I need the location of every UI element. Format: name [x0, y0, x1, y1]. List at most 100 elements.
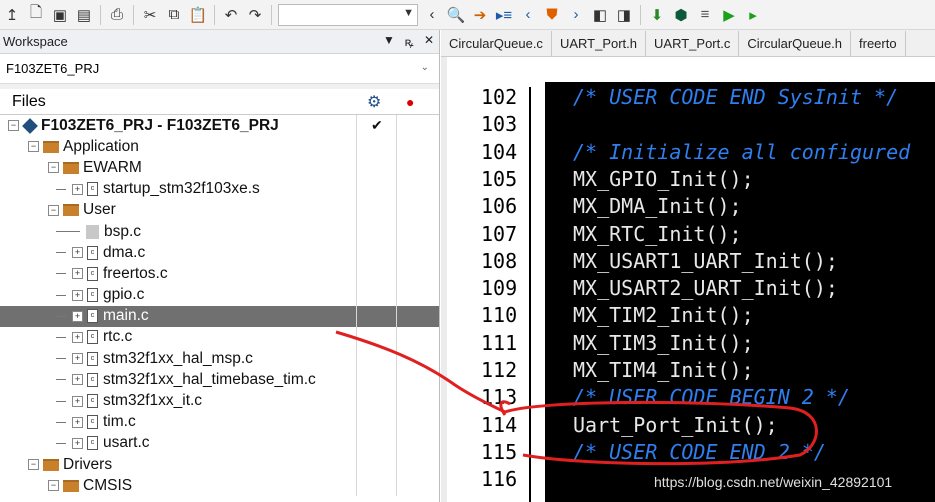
search-combo[interactable]: ▼: [278, 3, 418, 26]
tree-row-file[interactable]: + c usart.c: [0, 432, 439, 454]
insert-icon[interactable]: ↥: [1, 4, 23, 26]
tree-row-file[interactable]: + c stm32f1xx_hal_msp.c: [0, 348, 439, 370]
tree-row-file[interactable]: + c gpio.c: [0, 284, 439, 306]
redo-icon[interactable]: ↷: [244, 4, 266, 26]
tree-row-folder[interactable]: − Application: [0, 136, 439, 158]
tree-row-file[interactable]: + c rtc.c: [0, 326, 439, 349]
list-icon[interactable]: ≡: [694, 4, 716, 26]
code-line[interactable]: /* USER CODE END SysInit */: [573, 85, 898, 109]
debug-icon[interactable]: ▸: [742, 4, 764, 26]
back-icon[interactable]: ‹: [421, 4, 443, 26]
save-icon[interactable]: ▣: [49, 4, 71, 26]
editor-tab[interactable]: UART_Port.h: [552, 31, 647, 56]
chip-icon[interactable]: ⬢: [670, 4, 692, 26]
goto-icon[interactable]: ➔: [469, 4, 491, 26]
tree-row-file[interactable]: + c stm32f1xx_hal_timebase_tim.c: [0, 369, 439, 391]
code-line[interactable]: MX_GPIO_Init();: [573, 167, 754, 191]
expand-icon[interactable]: +: [72, 437, 83, 449]
expand-icon[interactable]: +: [72, 416, 83, 428]
code-line[interactable]: /* USER CODE BEGIN 2 */: [573, 385, 850, 409]
expand-icon[interactable]: +: [72, 395, 83, 407]
code-line[interactable]: MX_TIM2_Init();: [573, 303, 754, 327]
go-icon[interactable]: ▶: [718, 4, 740, 26]
tree-row-project[interactable]: − F103ZET6_PRJ - F103ZET6_PRJ ✔: [0, 115, 439, 137]
editor-tab[interactable]: UART_Port.c: [646, 31, 740, 56]
tree-label: User: [83, 201, 116, 219]
code-editor[interactable]: 102 /* USER CODE END SysInit */ 103 104 /* I…: [441, 57, 935, 502]
project-select[interactable]: F103ZET6_PRJ ⌄: [0, 54, 439, 84]
code-line[interactable]: Uart_Port_Init();: [573, 413, 778, 437]
tree-row-file[interactable]: + c stm32f1xx_it.c: [0, 390, 439, 412]
cut-icon[interactable]: ✂: [139, 4, 161, 26]
tree-cell-divider: [356, 263, 357, 285]
collapse-icon[interactable]: −: [28, 141, 39, 153]
expand-icon[interactable]: +: [72, 353, 83, 365]
folder-icon: [63, 479, 79, 492]
tree-row-file[interactable]: + c startup_stm32f103xe.s: [0, 178, 439, 200]
expand-icon[interactable]: +: [72, 289, 83, 301]
shield-icon[interactable]: ⛊: [541, 4, 563, 26]
expand-icon[interactable]: +: [72, 268, 83, 280]
code-line[interactable]: MX_TIM3_Init();: [573, 331, 754, 355]
prev-icon[interactable]: ‹: [517, 4, 539, 26]
dropdown-icon[interactable]: ▼: [379, 33, 399, 50]
collapse-icon[interactable]: −: [48, 162, 59, 174]
tree-cell-divider: [356, 178, 357, 200]
paste-icon[interactable]: 📋: [187, 4, 209, 26]
collapse-icon[interactable]: −: [8, 120, 19, 132]
expand-icon[interactable]: +: [72, 374, 83, 386]
c-file-icon: c: [87, 415, 98, 430]
tree-row-folder[interactable]: − User: [0, 199, 439, 221]
collapse-icon[interactable]: −: [48, 480, 59, 492]
collapse-icon[interactable]: −: [48, 204, 59, 216]
tree-row-folder[interactable]: − EWARM: [0, 157, 439, 179]
copy-icon[interactable]: ⧉: [163, 4, 185, 26]
tree-row-file[interactable]: + c tim.c: [0, 411, 439, 433]
expand-icon[interactable]: +: [72, 310, 83, 322]
tree-row-folder[interactable]: − CMSIS: [0, 475, 439, 497]
files-label: Files: [12, 92, 46, 110]
tree-row-file[interactable]: + c freertos.c: [0, 263, 439, 285]
code-line[interactable]: /* USER CODE END 2 */: [573, 440, 826, 464]
code-line[interactable]: MX_DMA_Init();: [573, 194, 742, 218]
editor-tab[interactable]: freerto: [851, 31, 906, 56]
tree-cell-divider: [396, 348, 397, 370]
file-right-icon[interactable]: ◨: [613, 4, 635, 26]
code-line[interactable]: /* Initialize all configured: [573, 140, 910, 164]
editor-tab[interactable]: CircularQueue.h: [739, 31, 852, 56]
tree-row-file[interactable]: + c main.c: [0, 305, 439, 327]
tree-row-greyfile[interactable]: bsp.c: [0, 220, 439, 243]
tree-label: Drivers: [63, 455, 113, 473]
bookmark-icon[interactable]: ▸≡: [493, 4, 515, 26]
code-line[interactable]: MX_RTC_Init();: [573, 222, 742, 246]
file-icon: [86, 224, 99, 239]
tree-label: Application: [63, 137, 139, 155]
code-line[interactable]: MX_USART2_UART_Init();: [573, 276, 838, 300]
close-icon[interactable]: ✕: [419, 33, 439, 50]
find-icon[interactable]: 🔍: [445, 4, 467, 26]
tree-connector: [56, 421, 66, 423]
expand-icon[interactable]: +: [72, 247, 83, 259]
collapse-icon[interactable]: −: [28, 459, 39, 471]
pin-icon[interactable]: ꝶ: [399, 33, 419, 50]
code-line[interactable]: MX_TIM4_Init();: [573, 358, 754, 382]
print-icon[interactable]: ⎙: [106, 4, 128, 26]
save-all-icon[interactable]: ▤: [73, 4, 95, 26]
tree-row-file[interactable]: + c dma.c: [0, 242, 439, 264]
expand-icon[interactable]: +: [72, 183, 83, 195]
tree-cell-divider: [356, 411, 357, 433]
folder-icon: [63, 204, 79, 217]
editor-tab[interactable]: CircularQueue.c: [441, 31, 552, 56]
new-file-icon[interactable]: 🗋: [25, 4, 47, 26]
next-icon[interactable]: ›: [565, 4, 587, 26]
download-icon[interactable]: ⬇: [646, 4, 668, 26]
expand-icon[interactable]: +: [72, 331, 83, 343]
tree-cell-divider: [396, 475, 397, 497]
undo-icon[interactable]: ↶: [220, 4, 242, 26]
tree-row-folder[interactable]: − Drivers: [0, 454, 439, 476]
gear-icon[interactable]: ⚙: [367, 92, 381, 112]
tree-cell-divider: [396, 326, 397, 349]
tree-connector: [56, 358, 66, 360]
code-line[interactable]: MX_USART1_UART_Init();: [573, 249, 838, 273]
file-left-icon[interactable]: ◧: [589, 4, 611, 26]
